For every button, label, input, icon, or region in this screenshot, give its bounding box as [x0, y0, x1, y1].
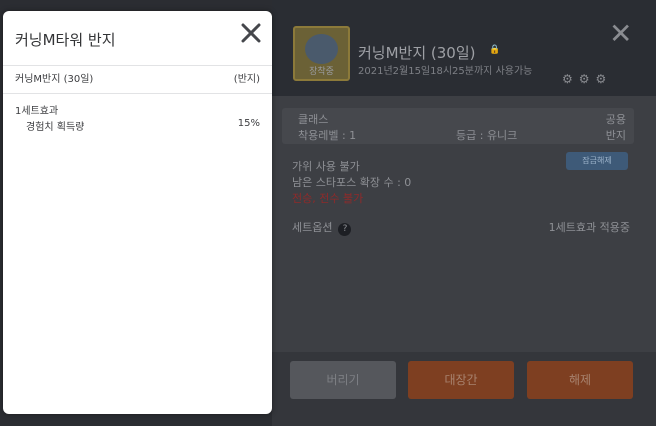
set-stat-value: 15%: [237, 118, 260, 129]
ring-image: [305, 34, 338, 64]
close-icon[interactable]: [239, 21, 263, 45]
equipped-badge: 장착중: [309, 67, 334, 77]
item-detail-panel: 장착중 커닝M반지 (30일) 🔒 2021년2월15일18시25분까지 사용가…: [272, 0, 656, 426]
divider: [3, 65, 272, 66]
item-detail-header: 장착중 커닝M반지 (30일) 🔒 2021년2월15일18시25분까지 사용가…: [272, 0, 656, 96]
required-level: 착용레벨 : 1: [298, 129, 357, 142]
blacksmith-button[interactable]: 대장간: [408, 361, 514, 399]
item-grade: 등급 : 유니크: [456, 129, 518, 142]
item-title: 커닝M반지 (30일): [358, 44, 476, 62]
class-value: 공용: [605, 113, 626, 126]
set-effect-modal: 커닝M타워 반지 커닝M반지 (30일) (반지) 1세트효과 경험치 획득량 …: [3, 11, 272, 414]
lock-icon: 🔒: [489, 45, 501, 55]
divider: [3, 93, 272, 94]
set-item-name: 커닝M반지 (30일): [15, 74, 94, 85]
discard-button[interactable]: 버리기: [290, 361, 396, 399]
class-label: 클래스: [298, 113, 329, 126]
item-expiry: 2021년2월15일18시25분까지 사용가능: [358, 66, 533, 77]
unlock-button[interactable]: 잠금해제: [566, 152, 628, 170]
set-applied-status: 1세트효과 적용중: [548, 221, 630, 234]
item-action-icons[interactable]: ⚙⚙⚙: [562, 72, 612, 86]
starforce-remaining: 남은 스타포스 확장 수 : 0: [292, 176, 412, 189]
modal-title: 커닝M타워 반지: [15, 31, 116, 49]
set-option-row: 세트옵션?: [292, 219, 352, 236]
scissors-status: 가위 사용 불가: [292, 160, 360, 173]
set-item-type: (반지): [233, 74, 260, 85]
item-thumbnail: 장착중: [293, 26, 350, 81]
item-detail-body: 클래스 공용 착용레벨 : 1 등급 : 유니크 반지 가위 사용 불가 남은 …: [272, 96, 656, 352]
unequip-button[interactable]: 해제: [527, 361, 633, 399]
set-effect-label: 1세트효과: [15, 106, 59, 117]
set-option-label: 세트옵션: [292, 221, 333, 234]
transfer-restriction: 전승, 전수 불가: [292, 192, 364, 205]
item-slot: 반지: [605, 129, 626, 142]
set-stat-name: 경험치 획득량: [26, 122, 85, 133]
detail-close-icon[interactable]: ✕: [609, 20, 632, 48]
help-icon[interactable]: ?: [338, 223, 352, 236]
item-detail-footer: 버리기 대장간 해제: [272, 352, 656, 426]
